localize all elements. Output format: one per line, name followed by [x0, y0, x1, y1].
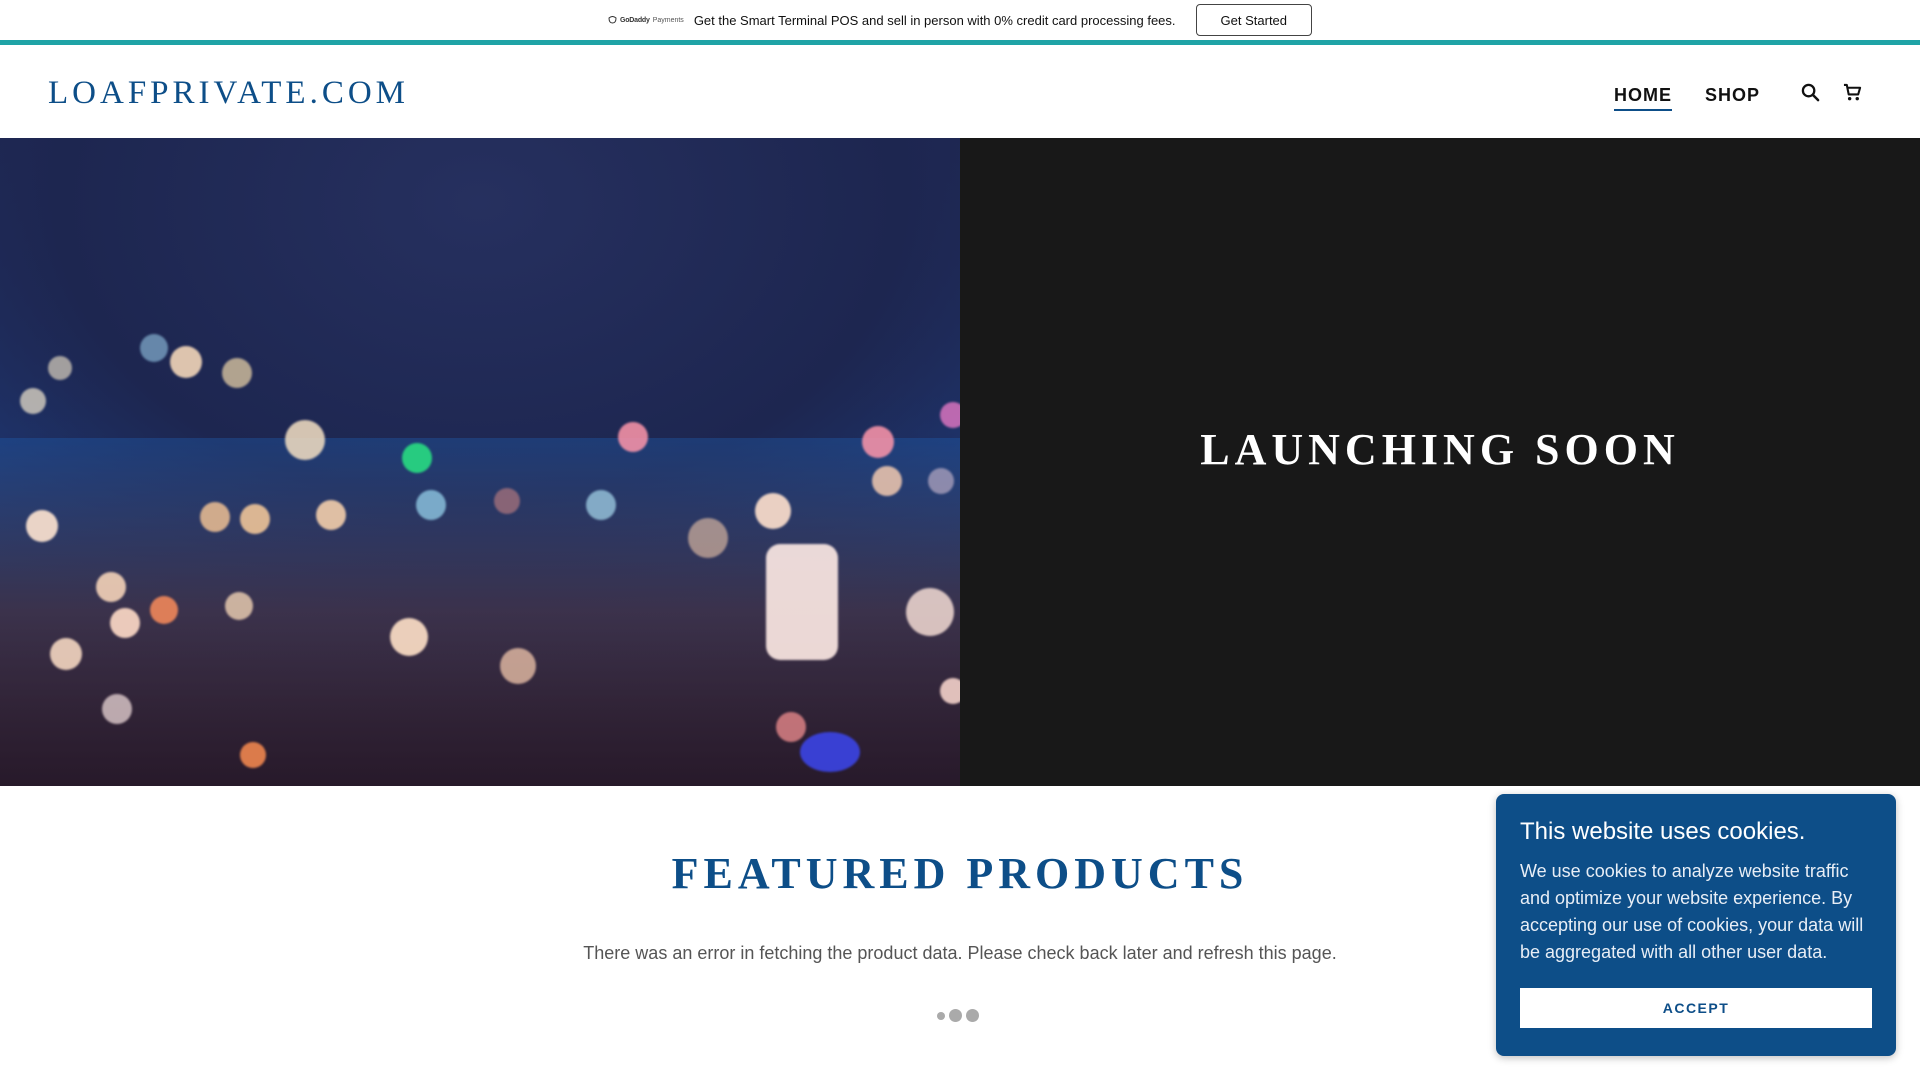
bokeh-light: [872, 466, 902, 496]
bokeh-light: [800, 732, 860, 772]
accept-cookies-button[interactable]: ACCEPT: [1520, 988, 1872, 1028]
bokeh-light: [940, 678, 960, 704]
bokeh-light: [688, 518, 728, 558]
bokeh-light: [494, 488, 520, 514]
header-icons: [1800, 82, 1862, 102]
bokeh-light: [240, 742, 266, 768]
bokeh-light: [766, 544, 838, 660]
bokeh-light: [240, 504, 270, 534]
bokeh-light: [928, 468, 954, 494]
loader-dot: [937, 1011, 945, 1020]
bokeh-light: [48, 356, 72, 380]
bokeh-light: [285, 420, 325, 460]
bokeh-light: [26, 510, 58, 542]
bokeh-light: [940, 402, 960, 428]
bokeh-light: [755, 493, 791, 529]
bokeh-light: [222, 358, 252, 388]
bokeh-light: [316, 500, 346, 530]
hero-text-panel: LAUNCHING SOON: [960, 138, 1920, 786]
bokeh-light: [170, 346, 202, 378]
bokeh-light: [140, 334, 168, 362]
bokeh-light: [96, 572, 126, 602]
bokeh-light: [618, 422, 648, 452]
bokeh-light: [416, 490, 446, 520]
main-nav: HOME SHOP: [1614, 85, 1760, 111]
cookie-banner: This website uses cookies. We use cookie…: [1496, 794, 1896, 1056]
bokeh-light: [500, 648, 536, 684]
site-logo[interactable]: LOAFPRIVATE.COM: [48, 75, 409, 112]
bokeh-light: [402, 443, 432, 473]
hero-bokeh-image: [0, 138, 960, 786]
bokeh-light: [110, 608, 140, 638]
loading-indicator: [937, 1009, 979, 1022]
bokeh-light: [102, 694, 132, 724]
loader-dot: [966, 1009, 979, 1022]
nav-item-home[interactable]: HOME: [1614, 85, 1672, 111]
promo-content: GoDaddy Payments Get the Smart Terminal …: [608, 4, 1313, 36]
hero-section: LAUNCHING SOON: [0, 138, 1920, 786]
bokeh-light: [225, 592, 253, 620]
bokeh-light: [150, 596, 178, 624]
loader-dot: [949, 1009, 962, 1022]
get-started-button[interactable]: Get Started: [1195, 4, 1313, 36]
bokeh-light: [906, 588, 954, 636]
logo-brand-text: GoDaddy: [619, 16, 650, 24]
godaddy-payments-logo: GoDaddy Payments: [608, 16, 684, 24]
bokeh-light: [200, 502, 230, 532]
search-icon[interactable]: [1800, 82, 1820, 102]
logo-product-text: Payments: [652, 16, 684, 24]
cookie-title: This website uses cookies.: [1520, 818, 1806, 845]
bokeh-light: [776, 712, 806, 742]
cart-icon[interactable]: [1842, 82, 1862, 102]
godaddy-logo-icon: [608, 16, 617, 24]
promo-text: Get the Smart Terminal POS and sell in p…: [693, 12, 1176, 28]
bokeh-light: [390, 618, 428, 656]
cookie-body: We use cookies to analyze website traffi…: [1520, 861, 1864, 962]
hero-title: LAUNCHING SOON: [1200, 424, 1680, 474]
site-header: LOAFPRIVATE.COM HOME SHOP: [0, 50, 1920, 138]
bokeh-light: [862, 426, 894, 458]
promo-bar: GoDaddy Payments Get the Smart Terminal …: [0, 0, 1920, 45]
bokeh-light: [20, 388, 46, 414]
bokeh-light: [50, 638, 82, 670]
nav-item-shop[interactable]: SHOP: [1705, 85, 1760, 111]
bokeh-light: [586, 490, 616, 520]
